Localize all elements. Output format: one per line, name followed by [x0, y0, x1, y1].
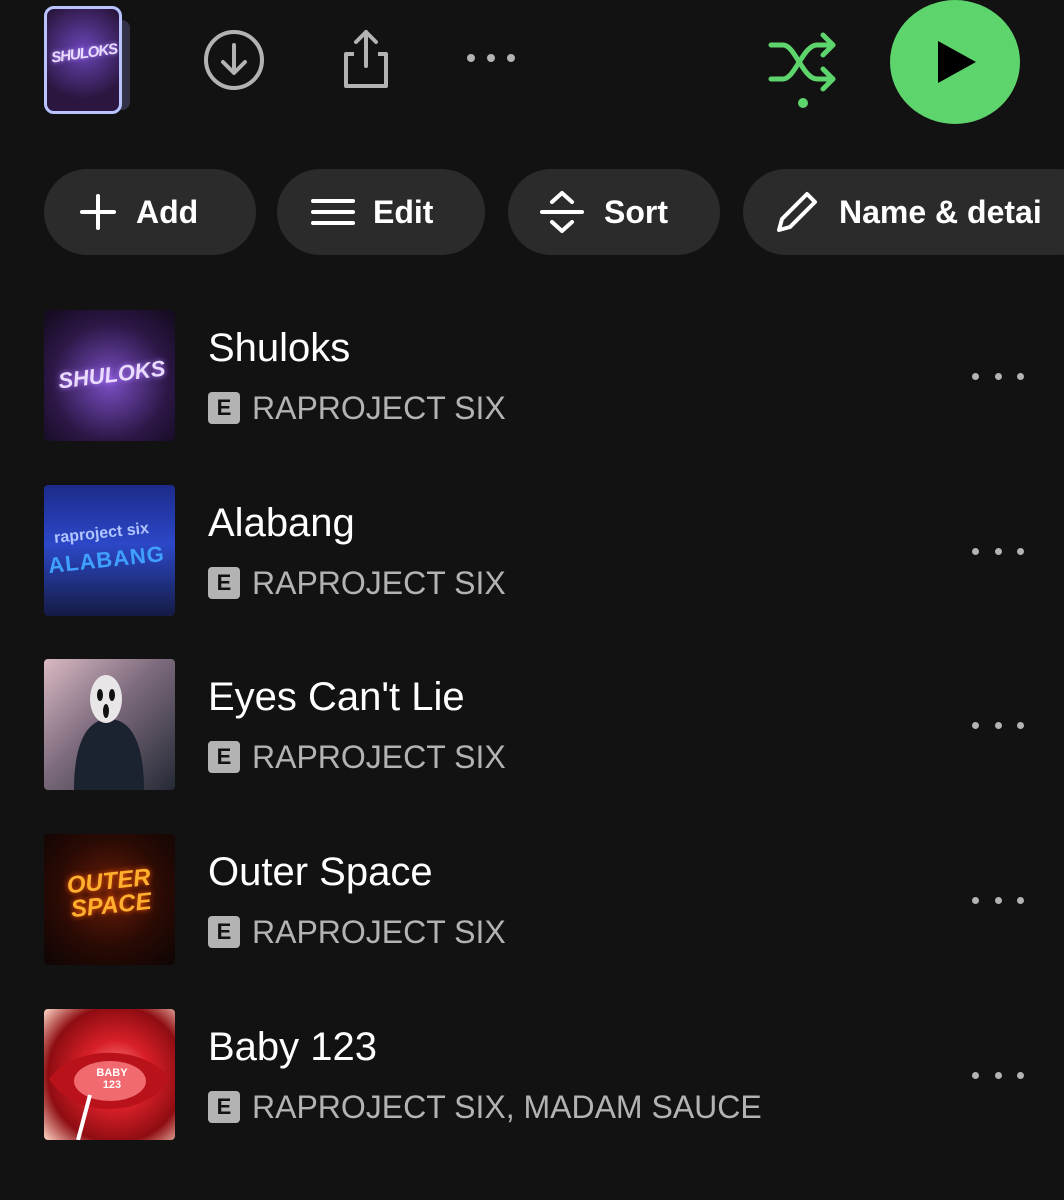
add-button[interactable]: Add: [44, 169, 256, 255]
track-cover-art: SHULOKS: [44, 310, 175, 441]
more-horizontal-icon: [467, 54, 515, 62]
track-row[interactable]: Eyes Can't Lie E RAPROJECT SIX: [0, 659, 1064, 791]
track-cover-art: raproject six ALABANG: [44, 485, 175, 616]
track-more-options-button[interactable]: [972, 886, 1024, 914]
name-details-button-label: Name & detai: [839, 193, 1042, 230]
track-title: Outer Space: [208, 850, 433, 894]
more-dot: [994, 896, 1002, 904]
play-icon: [938, 41, 976, 83]
track-artist: RAPROJECT SIX, MADAM SAUCE: [252, 1088, 762, 1125]
more-dot: [994, 372, 1002, 380]
more-dot: [994, 547, 1002, 555]
more-dot: [972, 372, 979, 380]
edit-button-label: Edit: [373, 193, 434, 230]
cover-art-text: OUTER SPACE: [65, 863, 153, 924]
more-dot: [1017, 896, 1024, 904]
track-meta: E RAPROJECT SIX: [208, 737, 506, 777]
more-dot: [1017, 547, 1024, 555]
track-meta: E RAPROJECT SIX: [208, 912, 506, 952]
playlist-action-bar: SHULOKS: [0, 0, 1064, 130]
play-button[interactable]: [890, 0, 1020, 124]
more-dot: [972, 547, 979, 555]
playlist-cover-text: SHULOKS: [50, 40, 119, 67]
track-more-options-button[interactable]: [972, 362, 1024, 390]
ghostface-mask-image: [74, 675, 144, 790]
more-dot: [972, 721, 979, 729]
plus-icon: [80, 194, 116, 230]
track-cover-art: OUTER SPACE: [44, 834, 175, 965]
track-artist: RAPROJECT SIX: [252, 738, 506, 775]
download-icon: [204, 30, 264, 90]
track-artist: RAPROJECT SIX: [252, 389, 506, 426]
playlist-cover-thumbnail[interactable]: SHULOKS: [44, 6, 134, 114]
more-dot: [1017, 372, 1024, 380]
explicit-badge: E: [208, 916, 240, 948]
download-button[interactable]: [200, 26, 268, 94]
track-more-options-button[interactable]: [972, 1061, 1024, 1089]
explicit-badge: E: [208, 1091, 240, 1123]
more-dot: [972, 1071, 979, 1079]
more-dot: [994, 1071, 1002, 1079]
track-row[interactable]: BABY 123 Baby 123 E RAPROJECT SIX, MADAM…: [0, 1009, 1064, 1141]
more-dot: [1017, 721, 1024, 729]
more-dot: [994, 721, 1002, 729]
more-options-button[interactable]: [460, 42, 522, 74]
track-row[interactable]: raproject six ALABANG Alabang E RAPROJEC…: [0, 485, 1064, 617]
share-icon: [344, 30, 388, 88]
explicit-badge: E: [208, 741, 240, 773]
explicit-badge: E: [208, 392, 240, 424]
shuffle-icon: [768, 32, 836, 108]
pencil-icon: [777, 192, 817, 232]
track-more-options-button[interactable]: [972, 711, 1024, 739]
track-row[interactable]: SHULOKS Shuloks E RAPROJECT SIX: [0, 310, 1064, 442]
track-meta: E RAPROJECT SIX, MADAM SAUCE: [208, 1087, 762, 1127]
playlist-cover-image: SHULOKS: [44, 6, 122, 114]
track-title: Shuloks: [208, 326, 351, 370]
track-title: Baby 123: [208, 1025, 378, 1069]
cover-art-text: BABY 123: [96, 1067, 128, 1091]
edit-button[interactable]: Edit: [277, 169, 485, 255]
track-cover-art: BABY 123: [44, 1009, 175, 1140]
track-row[interactable]: OUTER SPACE Outer Space E RAPROJECT SIX: [0, 834, 1064, 966]
share-button[interactable]: [332, 24, 400, 92]
track-title: Alabang: [208, 501, 355, 545]
track-meta: E RAPROJECT SIX: [208, 388, 506, 428]
track-more-options-button[interactable]: [972, 537, 1024, 565]
track-cover-art: [44, 659, 175, 790]
track-title: Eyes Can't Lie: [208, 675, 465, 719]
track-meta: E RAPROJECT SIX: [208, 563, 506, 603]
cover-art-text: SHULOKS: [56, 355, 167, 394]
sort-button[interactable]: Sort: [508, 169, 720, 255]
explicit-badge: E: [208, 567, 240, 599]
track-artist: RAPROJECT SIX: [252, 913, 506, 950]
track-artist: RAPROJECT SIX: [252, 564, 506, 601]
more-dot: [972, 896, 979, 904]
add-button-label: Add: [136, 193, 199, 230]
sort-icon: [540, 191, 584, 233]
list-icon: [311, 199, 355, 225]
name-details-button[interactable]: Name & detai: [743, 169, 1064, 255]
shuffle-button[interactable]: [764, 26, 842, 114]
more-dot: [1017, 1071, 1024, 1079]
sort-button-label: Sort: [604, 193, 668, 230]
